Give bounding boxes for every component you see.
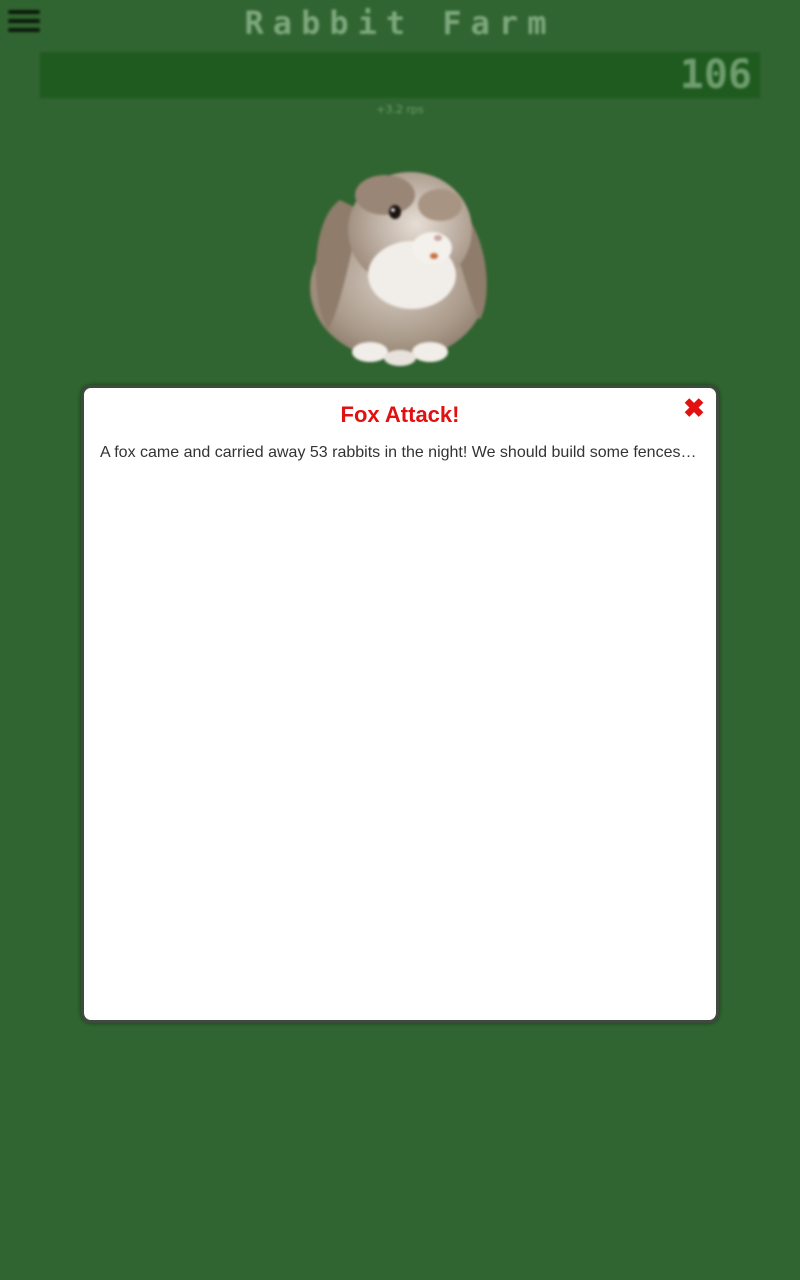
close-icon[interactable]: ✖: [682, 395, 706, 421]
fox-attack-dialog: Fox Attack! ✖ A fox came and carried awa…: [81, 385, 719, 1023]
dialog-message: A fox came and carried away 53 rabbits i…: [100, 444, 698, 461]
dialog-title: Fox Attack!: [340, 402, 460, 427]
